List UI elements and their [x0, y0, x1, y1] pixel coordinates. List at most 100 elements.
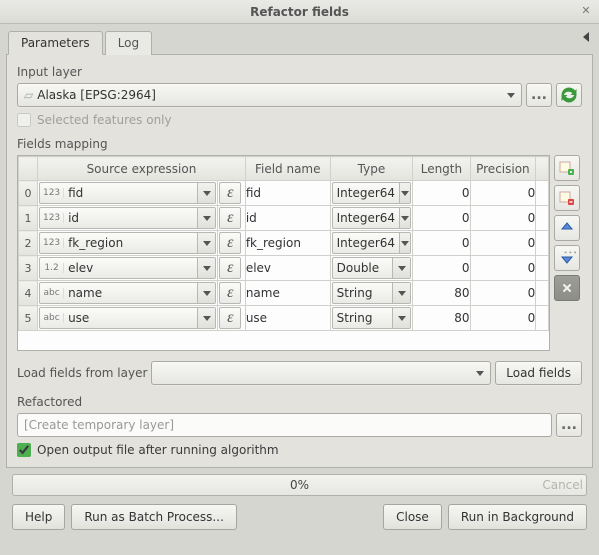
- source-expression-cell[interactable]: 123fid: [38, 181, 218, 206]
- row-index[interactable]: 3: [19, 256, 38, 281]
- type-cell[interactable]: Integer64: [330, 231, 413, 256]
- run-batch-button[interactable]: Run as Batch Process...: [71, 504, 237, 530]
- move-up-button[interactable]: [554, 215, 580, 241]
- run-background-button[interactable]: Run in Background: [448, 504, 587, 530]
- chevron-down-icon: [203, 191, 211, 196]
- resize-handle-icon[interactable]: ⋮: [562, 246, 578, 261]
- precision-cell[interactable]: 0: [470, 256, 536, 281]
- precision-cell[interactable]: 0: [470, 306, 536, 331]
- expression-editor-button[interactable]: ε: [219, 307, 241, 329]
- cancel-progress-button: Cancel: [542, 474, 583, 496]
- tab-parameters[interactable]: Parameters: [8, 31, 103, 55]
- expression-editor-button[interactable]: ε: [219, 232, 241, 254]
- expression-editor-button[interactable]: ε: [219, 207, 241, 229]
- expression-editor-button[interactable]: ε: [219, 182, 241, 204]
- type-cell[interactable]: Integer64: [330, 206, 413, 231]
- table-row[interactable]: 2123fk_regionεfk_regionInteger64 00: [19, 231, 549, 256]
- expr-dropdown-button[interactable]: [197, 208, 215, 228]
- length-cell[interactable]: 0: [413, 181, 470, 206]
- close-icon[interactable]: ✕: [579, 4, 593, 18]
- refactored-browse-button[interactable]: ...: [556, 413, 582, 437]
- precision-cell[interactable]: 0: [470, 231, 536, 256]
- tab-log[interactable]: Log: [105, 31, 152, 55]
- source-expression-cell[interactable]: 123id: [38, 206, 218, 231]
- row-index[interactable]: 1: [19, 206, 38, 231]
- input-layer-iterate-button[interactable]: [556, 83, 582, 107]
- expr-dropdown-button[interactable]: [197, 308, 215, 328]
- button-bar: Help Run as Batch Process... Close Run i…: [6, 500, 593, 536]
- chevron-down-icon: [398, 291, 406, 296]
- load-fields-button[interactable]: Load fields: [495, 361, 582, 385]
- type-dropdown-button[interactable]: [399, 183, 410, 203]
- length-cell[interactable]: 0: [413, 256, 470, 281]
- type-dropdown-button[interactable]: [392, 283, 410, 303]
- col-source-expression[interactable]: Source expression: [38, 157, 246, 181]
- table-row[interactable]: 31.2elevεelevDouble00: [19, 256, 549, 281]
- help-button[interactable]: Help: [12, 504, 65, 530]
- col-field-name[interactable]: Field name: [245, 157, 330, 181]
- table-row[interactable]: 1123idεidInteger6400: [19, 206, 549, 231]
- input-layer-browse-button[interactable]: ...: [526, 83, 552, 107]
- refactored-output-input[interactable]: [Create temporary layer]: [17, 413, 552, 437]
- type-dropdown-button[interactable]: [392, 258, 410, 278]
- row-index[interactable]: 2: [19, 231, 38, 256]
- row-index[interactable]: 0: [19, 181, 38, 206]
- field-name-cell[interactable]: name: [245, 281, 330, 306]
- col-precision[interactable]: Precision: [470, 157, 536, 181]
- expr-dropdown-button[interactable]: [197, 233, 215, 253]
- col-length[interactable]: Length: [413, 157, 470, 181]
- panel-collapse-icon[interactable]: [583, 32, 589, 42]
- length-cell[interactable]: 80: [413, 306, 470, 331]
- filler-cell: [536, 306, 549, 331]
- filler-cell: [536, 256, 549, 281]
- col-idx[interactable]: [19, 157, 38, 181]
- close-button[interactable]: Close: [383, 504, 442, 530]
- expr-dropdown-button[interactable]: [197, 183, 215, 203]
- field-name-cell[interactable]: use: [245, 306, 330, 331]
- input-layer-combo[interactable]: ▱ Alaska [EPSG:2964]: [17, 83, 522, 107]
- precision-cell[interactable]: 0: [470, 206, 536, 231]
- add-field-button[interactable]: [554, 155, 580, 181]
- fields-mapping-table[interactable]: Source expression Field name Type Length…: [17, 155, 550, 351]
- length-cell[interactable]: 0: [413, 231, 470, 256]
- expr-dropdown-button[interactable]: [197, 258, 215, 278]
- field-name-cell[interactable]: elev: [245, 256, 330, 281]
- field-name-cell[interactable]: fid: [245, 181, 330, 206]
- type-value: String: [333, 311, 393, 325]
- type-cell[interactable]: String: [330, 281, 413, 306]
- type-cell[interactable]: Integer64: [330, 181, 413, 206]
- precision-cell[interactable]: 0: [470, 181, 536, 206]
- chevron-down-icon: [401, 191, 409, 196]
- source-expression-cell[interactable]: abcname: [38, 281, 218, 306]
- table-row[interactable]: 4abcnameεnameString800: [19, 281, 549, 306]
- remove-field-button[interactable]: [554, 185, 580, 211]
- row-index[interactable]: 4: [19, 281, 38, 306]
- field-name-cell[interactable]: fk_region: [245, 231, 330, 256]
- type-dropdown-button[interactable]: [399, 233, 410, 253]
- source-expression-cell[interactable]: 123fk_region: [38, 231, 218, 256]
- length-cell[interactable]: 0: [413, 206, 470, 231]
- field-name-cell[interactable]: id: [245, 206, 330, 231]
- open-output-checkbox[interactable]: [17, 443, 31, 457]
- expression-editor-button[interactable]: ε: [219, 257, 241, 279]
- table-row[interactable]: 5abcuseεuseString 800: [19, 306, 549, 331]
- type-cell[interactable]: String: [330, 306, 413, 331]
- length-cell[interactable]: 80: [413, 281, 470, 306]
- type-dropdown-button[interactable]: [399, 208, 410, 228]
- type-dropdown-button[interactable]: [392, 308, 410, 328]
- source-expression-cell[interactable]: 1.2elev: [38, 256, 218, 281]
- input-layer-label: Input layer: [17, 65, 582, 79]
- precision-cell[interactable]: 0: [470, 281, 536, 306]
- field-type-tag: 123: [40, 213, 64, 223]
- table-row[interactable]: 0123fidεfidInteger6400: [19, 181, 549, 206]
- type-value: Integer64: [333, 236, 399, 250]
- source-expression-cell[interactable]: abcuse: [38, 306, 218, 331]
- load-from-combo[interactable]: [151, 361, 491, 385]
- col-type[interactable]: Type: [330, 157, 413, 181]
- row-index[interactable]: 5: [19, 306, 38, 331]
- type-cell[interactable]: Double: [330, 256, 413, 281]
- expression-editor-cell: ε: [218, 206, 246, 231]
- expression-editor-button[interactable]: ε: [219, 282, 241, 304]
- reset-button[interactable]: [554, 275, 580, 301]
- expr-dropdown-button[interactable]: [197, 283, 215, 303]
